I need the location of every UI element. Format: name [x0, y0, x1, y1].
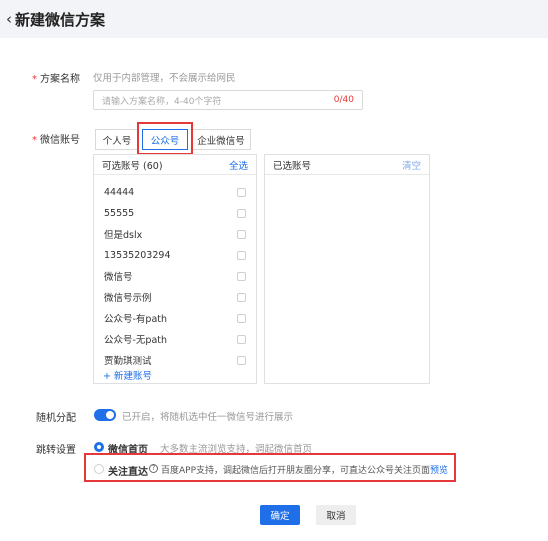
preview-link[interactable]: 预览 [430, 463, 448, 476]
selected-accounts-title: 已选账号 [273, 160, 312, 172]
account-name: 13535203294 [104, 249, 171, 261]
account-row[interactable]: 44444 [94, 183, 256, 201]
random-assign-label: 随机分配 [36, 413, 76, 424]
tab-official-account[interactable]: 公众号 [142, 129, 188, 150]
plan-name-counter: 0/40 [333, 95, 354, 105]
account-checkbox[interactable] [237, 334, 246, 344]
account-checkbox[interactable] [237, 271, 246, 281]
random-assign-toggle[interactable] [94, 409, 116, 421]
account-checkbox[interactable] [237, 208, 246, 218]
help-circle-icon[interactable]: ? [149, 464, 158, 473]
account-row[interactable]: 公众号-无path [94, 330, 256, 348]
account-row[interactable]: 公众号-有path [94, 309, 256, 327]
required-mark: * [32, 135, 37, 146]
account-name: 公众号-有path [104, 314, 168, 325]
account-row[interactable]: 微信号 [94, 267, 256, 285]
confirm-button[interactable]: 确定 [260, 505, 300, 525]
cancel-button[interactable]: 取消 [316, 505, 356, 525]
account-row[interactable]: 13535203294 [94, 246, 256, 264]
selected-accounts-header: 已选账号 清空 [265, 155, 429, 175]
account-row[interactable]: 微信号示例 [94, 288, 256, 306]
available-accounts-panel: 可选账号 (60) 全选 44444 55555 但是dslx 13535203… [93, 154, 257, 384]
clear-link[interactable]: 清空 [402, 158, 421, 172]
account-name: 公众号-无path [104, 335, 168, 346]
toggle-knob [106, 411, 114, 419]
account-checkbox[interactable] [237, 187, 246, 197]
follow-direct-label: 关注直达 [108, 467, 148, 478]
page-header: ‹ 新建微信方案 [0, 0, 548, 38]
selected-accounts-panel: 已选账号 清空 [264, 154, 430, 384]
back-chevron-icon[interactable]: ‹ [6, 11, 12, 27]
plan-name-input[interactable]: 请输入方案名称，4-40个字符 0/40 [93, 90, 363, 110]
account-name: 贾勤琪测试 [104, 356, 152, 367]
add-account-link[interactable]: + 新建账号 [103, 368, 152, 382]
account-name: 微信号示例 [104, 293, 152, 304]
plan-name-hint: 仅用于内部管理，不会展示给网民 [93, 73, 236, 84]
plan-name-placeholder: 请输入方案名称，4-40个字符 [102, 96, 222, 107]
account-checkbox[interactable] [237, 250, 246, 260]
account-checkbox[interactable] [237, 313, 246, 323]
account-row[interactable]: 贾勤琪测试 [94, 351, 256, 369]
account-name: 55555 [104, 207, 135, 219]
plan-name-label: * 方案名称 [32, 74, 80, 85]
tab-personal[interactable]: 个人号 [95, 129, 139, 150]
follow-direct-desc: 百度APP支持，调起微信后打开朋友圈分享，可直达公众号关注页面 [161, 466, 431, 476]
wechat-account-label: * 微信账号 [32, 135, 80, 146]
wechat-home-desc: 大多数主流浏览支持，调起微信首页 [160, 444, 313, 455]
account-name: 微信号 [104, 272, 133, 283]
account-name: 但是dslx [104, 230, 143, 241]
available-accounts-title: 可选账号 (60) [102, 160, 163, 172]
account-row[interactable]: 但是dslx [94, 225, 256, 243]
required-mark: * [32, 74, 37, 85]
wechat-home-label: 微信首页 [108, 445, 148, 456]
tab-enterprise-wechat[interactable]: 企业微信号 [191, 129, 251, 150]
radio-wechat-home[interactable] [94, 442, 104, 452]
page-title: 新建微信方案 [15, 10, 106, 29]
account-checkbox[interactable] [237, 355, 246, 365]
available-accounts-header: 可选账号 (60) 全选 [94, 155, 256, 175]
radio-follow-direct[interactable] [94, 464, 104, 474]
account-checkbox[interactable] [237, 229, 246, 239]
account-name: 44444 [104, 186, 135, 198]
random-assign-text: 已开启，将随机选中任一微信号进行展示 [122, 412, 294, 423]
select-all-link[interactable]: 全选 [229, 158, 248, 172]
account-checkbox[interactable] [237, 292, 246, 302]
account-row[interactable]: 55555 [94, 204, 256, 222]
jump-settings-label: 跳转设置 [36, 445, 76, 456]
